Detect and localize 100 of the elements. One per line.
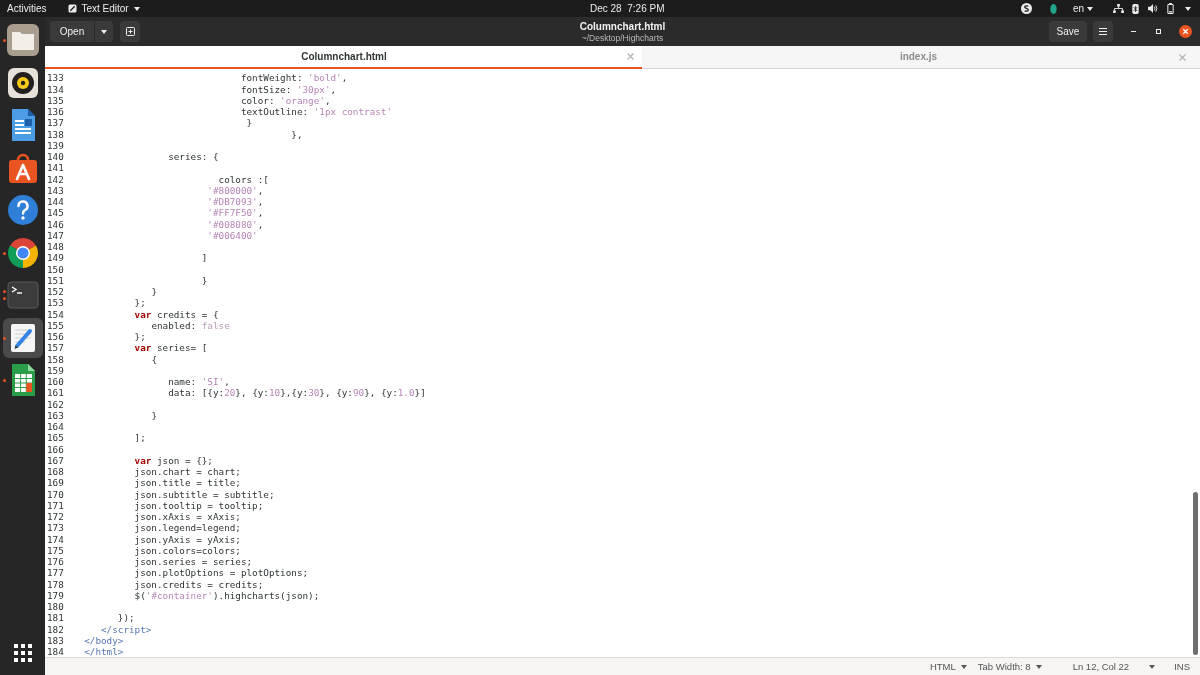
line-number: 162 — [47, 398, 64, 410]
code-line: </script> — [101, 623, 152, 635]
line-number: 178 — [47, 578, 64, 590]
line-number: 182 — [47, 623, 64, 635]
line-number: 146 — [47, 218, 64, 230]
line-number: 150 — [47, 263, 64, 275]
line-number: 168 — [47, 466, 64, 478]
line-number: 176 — [47, 556, 64, 568]
line-number: 152 — [47, 286, 64, 298]
code-line: </html> — [84, 646, 124, 657]
cursor-position-dropdown[interactable]: Ln 12, Col 22 — [1072, 661, 1156, 672]
maximize-icon[interactable] — [1156, 29, 1161, 34]
line-number: 175 — [47, 544, 64, 557]
line-number: 143 — [47, 184, 64, 197]
code-line: } — [201, 274, 208, 287]
code-line: json.tooltip = tooltip; — [134, 499, 264, 512]
code-line: json.chart = chart; — [134, 466, 241, 478]
caret-icon — [1035, 664, 1042, 669]
line-number: 179 — [47, 589, 64, 602]
app-grid-icon[interactable] — [13, 644, 32, 662]
keyboard-layout-button[interactable]: en — [1072, 3, 1093, 14]
line-number: 138 — [47, 128, 64, 140]
code-line: }, — [291, 128, 303, 140]
code-line: json.series = series; — [134, 556, 253, 568]
save-button[interactable]: Save — [1049, 21, 1087, 42]
code-line: }; — [134, 331, 146, 343]
line-number: 141 — [47, 162, 64, 174]
menu-button[interactable] — [1093, 21, 1113, 42]
line-number: 135 — [47, 94, 64, 107]
code-line: { — [151, 353, 157, 365]
window-title: Columnchart.html — [579, 20, 666, 33]
code-line: colors :[ — [218, 173, 269, 185]
line-number: 172 — [47, 511, 64, 523]
app-menu[interactable]: Text Editor — [68, 3, 140, 14]
line-number: 173 — [47, 522, 64, 534]
open-button[interactable]: Open — [50, 21, 94, 42]
language-dropdown[interactable]: HTML — [929, 661, 967, 672]
caret-icon — [960, 664, 967, 669]
line-number: 166 — [47, 443, 64, 455]
menu-icon — [1099, 28, 1107, 35]
line-number: 154 — [47, 308, 64, 320]
code-line: $('#container').highcharts(json); — [134, 589, 320, 602]
line-number: 165 — [47, 432, 64, 444]
line-number: 174 — [47, 533, 64, 545]
line-number: 148 — [47, 241, 64, 253]
line-number: 153 — [47, 297, 64, 309]
code-line: '#800000', — [207, 184, 264, 197]
line-number: 151 — [47, 274, 64, 287]
code-line: json.title = title; — [134, 477, 241, 489]
code-line: } — [246, 117, 253, 129]
line-number: 156 — [47, 331, 64, 343]
line-number: 147 — [47, 229, 64, 242]
volume-icon[interactable] — [1148, 4, 1158, 13]
code-line: ] — [201, 252, 208, 264]
line-number: 181 — [47, 612, 64, 624]
code-line: series: { — [168, 151, 219, 163]
code-line: </body> — [84, 634, 124, 647]
new-tab-button[interactable] — [120, 21, 140, 42]
pencil-document-icon[interactable] — [2, 317, 43, 358]
code-line: var credits = { — [134, 308, 219, 320]
line-number: 184 — [47, 646, 64, 657]
activities-button[interactable]: Activities — [7, 3, 47, 14]
circle-letter-icon[interactable] — [1020, 3, 1032, 14]
close-icon[interactable] — [1179, 25, 1192, 38]
code-line: var series= [ — [134, 342, 208, 354]
battery-icon[interactable] — [1167, 3, 1174, 14]
insert-mode-label: INS — [1174, 661, 1190, 672]
code-line: json.subtitle = subtitle; — [134, 488, 275, 500]
bluetooth-icon[interactable] — [1132, 3, 1139, 14]
line-number: 133 — [47, 72, 64, 84]
code-line: json.credits = credits; — [134, 578, 264, 590]
line-number: 169 — [47, 477, 64, 489]
code-line: }; — [134, 297, 146, 309]
code-line: ]; — [134, 432, 146, 444]
code-line: } — [151, 286, 157, 298]
line-number: 161 — [47, 387, 64, 399]
code-line: var json = {}; — [134, 454, 213, 467]
code-line: json.yAxis = yAxis; — [134, 533, 241, 545]
caret-icon[interactable] — [1185, 6, 1191, 11]
line-number: 183 — [47, 634, 64, 647]
line-number: 140 — [47, 151, 64, 163]
caret-icon — [1087, 6, 1093, 11]
oval-status-icon[interactable] — [1049, 3, 1057, 14]
caret-icon — [1149, 664, 1156, 669]
line-number: 142 — [47, 173, 64, 185]
code-line: json.colors=colors; — [134, 544, 241, 557]
scrollbar-thumb[interactable] — [1193, 492, 1198, 655]
tab[interactable]: Columnchart.html — [45, 46, 642, 69]
line-number: 159 — [47, 364, 64, 377]
open-menu-button[interactable] — [94, 21, 113, 42]
code-line: } — [151, 409, 157, 422]
code-line: color: 'orange', — [240, 94, 331, 107]
line-number: 170 — [47, 488, 64, 500]
code-line: json.legend=legend; — [134, 522, 241, 534]
tab-width-dropdown[interactable]: Tab Width: 8 — [977, 661, 1042, 672]
line-number: 160 — [47, 376, 64, 388]
line-number: 157 — [47, 342, 64, 354]
network-icon[interactable] — [1113, 4, 1124, 13]
clock[interactable]: Dec 28 7:26 PM — [590, 3, 665, 14]
code-line: '#FF7F50', — [207, 207, 264, 219]
